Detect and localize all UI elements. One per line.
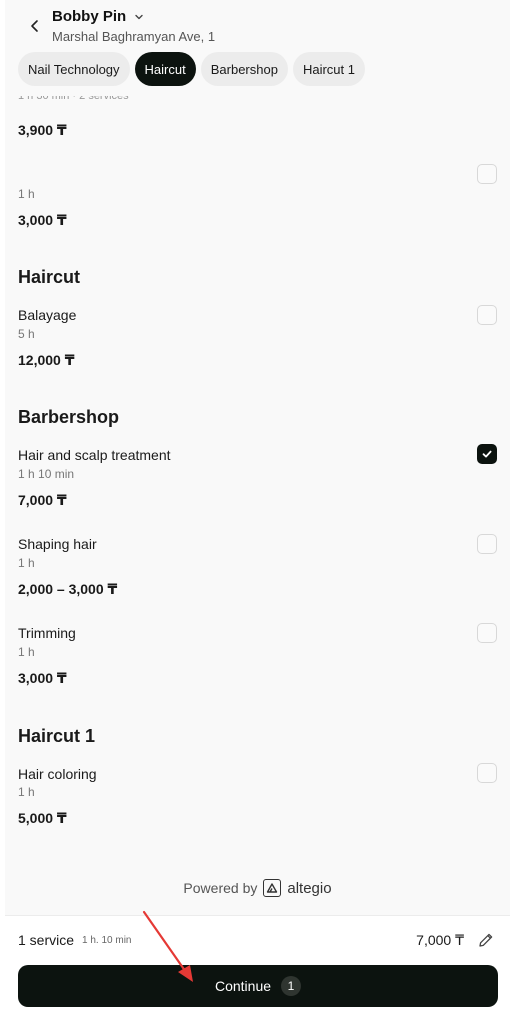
- service-name[interactable]: Shaping hair: [18, 536, 97, 552]
- service-price: 12,000 ₸: [18, 352, 75, 368]
- salon-selector[interactable]: Bobby Pin: [52, 8, 144, 25]
- powered-by-label: Powered by: [183, 880, 258, 896]
- selected-duration: 1 h. 10 min: [82, 935, 132, 946]
- service-name[interactable]: Balayage: [18, 307, 76, 323]
- service-price: 7,000 ₸: [18, 492, 67, 508]
- service-price: 3,000 ₸: [18, 670, 67, 686]
- service-price: 3,000 ₸: [18, 212, 67, 228]
- header: Bobby Pin Marshal Baghramyan Ave, 1 Nail…: [5, 0, 510, 96]
- salon-address: Marshal Baghramyan Ave, 1: [52, 29, 216, 44]
- salon-name: Bobby Pin: [52, 8, 127, 25]
- selected-count-badge: 1: [281, 976, 302, 996]
- service-price: 5,000 ₸: [18, 810, 67, 826]
- total-price: 7,000 ₸: [416, 932, 464, 948]
- booking-footer: 1 service 1 h. 10 min 7,000 ₸ Continue 1: [5, 915, 510, 1024]
- tab-haircut-1[interactable]: Haircut 1: [292, 52, 365, 86]
- checkmark-icon: [482, 450, 492, 458]
- service-checkbox[interactable]: [477, 623, 497, 643]
- chevron-left-icon: [31, 20, 38, 32]
- service-duration: 5 h: [18, 327, 35, 341]
- back-button[interactable]: [23, 14, 47, 38]
- service-checkbox[interactable]: [477, 534, 497, 554]
- tab-nail-technology[interactable]: Nail Technology: [18, 52, 130, 86]
- booking-services-page: 1 h 30 min · 2 services 3,900 ₸ 1 h 3,00…: [5, 0, 510, 1024]
- service-duration: 1 h: [18, 556, 35, 570]
- service-duration: 1 h 10 min: [18, 467, 75, 481]
- category-tabs: Nail Technology Haircut Barbershop Hairc…: [18, 52, 365, 86]
- service-price: 2,000 – 3,000 ₸: [18, 581, 118, 597]
- service-duration: 1 h: [18, 645, 35, 659]
- service-checkbox[interactable]: [477, 305, 497, 325]
- pencil-icon[interactable]: [477, 931, 495, 949]
- section-title: Haircut 1: [18, 726, 96, 746]
- continue-label: Continue: [214, 978, 272, 994]
- service-checkbox[interactable]: [477, 763, 497, 783]
- service-checkbox-checked[interactable]: [477, 444, 497, 464]
- service-duration: 1 h: [18, 785, 35, 799]
- section-title: Haircut: [18, 267, 81, 287]
- scrolled-price: 3,900 ₸: [18, 122, 67, 138]
- service-name[interactable]: Hair and scalp treatment: [18, 447, 171, 463]
- service-name[interactable]: Trimming: [18, 625, 76, 641]
- tab-barbershop[interactable]: Barbershop: [200, 52, 288, 86]
- continue-button[interactable]: Continue 1: [18, 965, 498, 1007]
- brand-name: altegio: [287, 879, 332, 897]
- service-duration: 1 h: [18, 187, 35, 201]
- service-checkbox[interactable]: [477, 164, 497, 184]
- service-name[interactable]: Hair coloring: [18, 766, 97, 782]
- tab-haircut[interactable]: Haircut: [134, 52, 196, 86]
- powered-by[interactable]: Powered by altegio: [5, 879, 510, 897]
- chevron-down-icon: [135, 14, 143, 19]
- section-title: Barbershop: [18, 407, 120, 427]
- selected-service-count: 1 service: [18, 932, 75, 948]
- altegio-logo-icon: [263, 879, 282, 897]
